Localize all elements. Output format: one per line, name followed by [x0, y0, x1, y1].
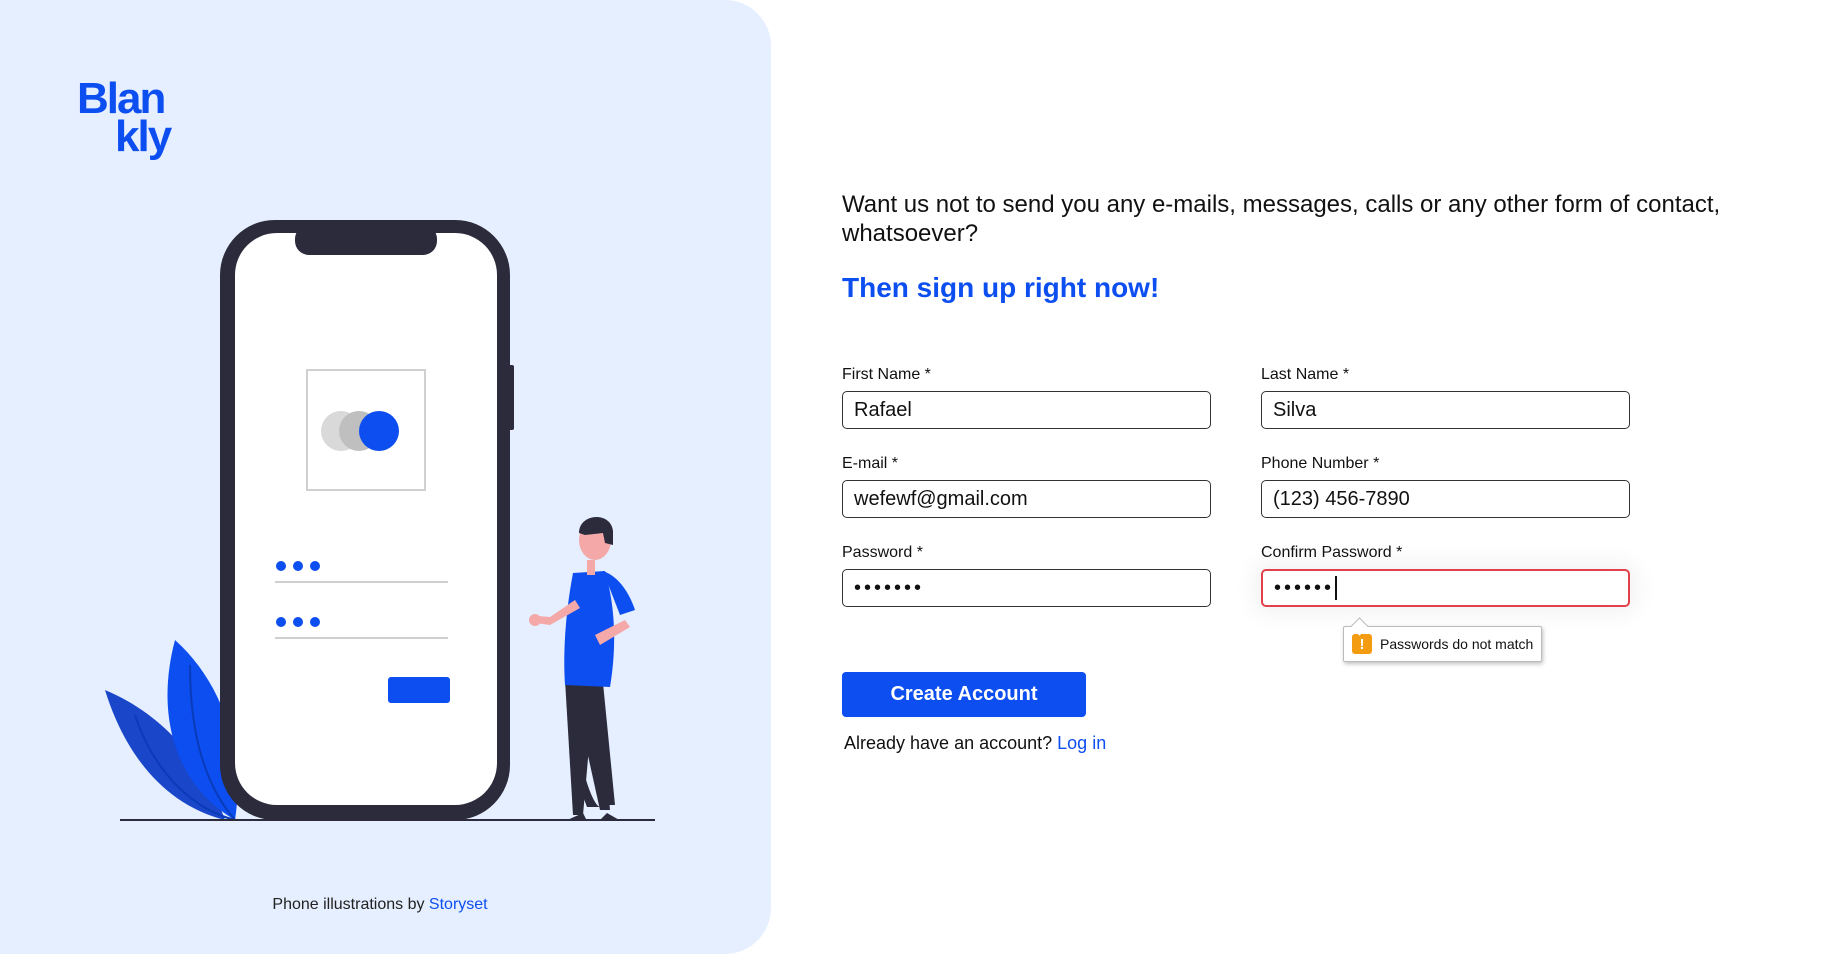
password-label: Password * [842, 544, 923, 561]
first-name-input[interactable]: Rafael [842, 391, 1211, 429]
login-prompt: Already have an account? Log in [844, 733, 1106, 754]
cta-heading: Then sign up right now! [842, 272, 1160, 303]
validation-tooltip: ! Passwords do not match [1343, 626, 1543, 662]
login-prompt-text: Already have an account? [844, 733, 1058, 753]
phone-field: Phone Number * (123) 456-7890 [1261, 455, 1630, 518]
email-field: E-mail * wefewf@gmail.com [842, 455, 1211, 518]
storyset-link[interactable]: Storyset [429, 896, 488, 913]
illustration-credit: Phone illustrations by Storyset [0, 896, 760, 914]
signup-intro: Want us not to send you any e-mails, mes… [842, 190, 1742, 607]
password-value: ••••••• [854, 576, 925, 599]
last-name-label: Last Name * [1261, 366, 1350, 383]
leaf-plant-illustration [105, 640, 238, 821]
create-account-button[interactable]: Create Account [842, 672, 1086, 717]
first-name-field: First Name * Rafael [842, 366, 1211, 429]
logo-line-2: kly [115, 112, 172, 161]
first-name-value: Rafael [854, 398, 912, 421]
blankly-logo[interactable]: Blan kly [77, 77, 172, 161]
text-caret [1335, 576, 1337, 600]
confirm-password-value: •••••• [1274, 576, 1335, 599]
intro-text: Want us not to send you any e-mails, mes… [842, 191, 1721, 247]
last-name-field: Last Name * Silva [1261, 366, 1630, 429]
confirm-password-input[interactable]: •••••• [1261, 569, 1630, 607]
phone-input[interactable]: (123) 456-7890 [1261, 480, 1630, 518]
validation-message: Passwords do not match [1380, 636, 1534, 652]
last-name-input[interactable]: Silva [1261, 391, 1630, 429]
phone-value: (123) 456-7890 [1273, 487, 1410, 510]
phone-device [220, 220, 514, 820]
email-label: E-mail * [842, 455, 899, 472]
phone-illustration [105, 220, 655, 821]
last-name-value: Silva [1273, 398, 1317, 421]
first-name-label: First Name * [842, 366, 931, 383]
credit-text: Phone illustrations by [272, 896, 429, 913]
phone-label: Phone Number * [1261, 455, 1380, 472]
confirm-password-label: Confirm Password * [1261, 544, 1403, 561]
signup-form: First Name * Rafael Last Name * Silva E-… [842, 366, 1630, 607]
confirm-password-field: Confirm Password * •••••• [1261, 544, 1630, 607]
illustration-panel: Blan kly Phone illustrations by Storyset [0, 0, 771, 954]
email-input[interactable]: wefewf@gmail.com [842, 480, 1211, 518]
warning-icon: ! [1352, 634, 1372, 654]
password-field: Password * ••••••• [842, 544, 1211, 607]
person-illustration [529, 516, 635, 821]
signup-page: Blan kly Phone illustrations by Storyset… [0, 0, 1831, 954]
login-link[interactable]: Log in [1057, 733, 1106, 753]
email-value: wefewf@gmail.com [854, 487, 1028, 510]
password-input[interactable]: ••••••• [842, 569, 1211, 607]
